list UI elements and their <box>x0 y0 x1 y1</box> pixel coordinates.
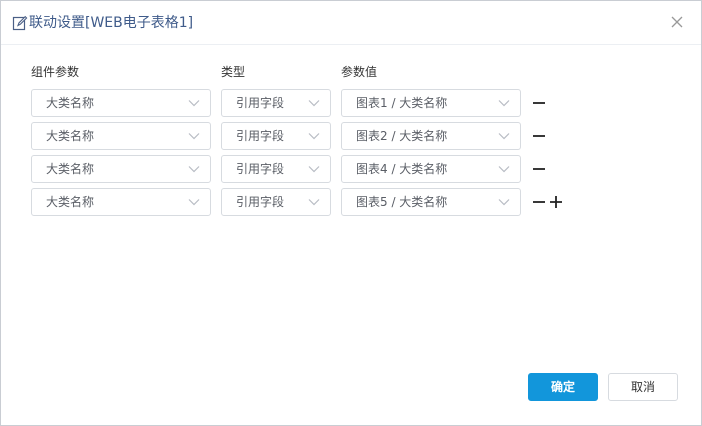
remove-row-icon[interactable] <box>532 195 546 209</box>
param-select[interactable]: 大类名称 <box>31 122 211 150</box>
linkage-settings-dialog: 联动设置[WEB电子表格1] 组件参数 类型 参数值 大类名称 引用字段 图表1… <box>0 0 702 426</box>
linkage-row: 大类名称 引用字段 图表2 / 大类名称 <box>1 122 701 150</box>
chevron-down-icon <box>498 166 510 173</box>
dialog-title: 联动设置[WEB电子表格1] <box>29 15 194 31</box>
chevron-down-icon <box>308 199 320 206</box>
chevron-down-icon <box>188 199 200 206</box>
value-select[interactable]: 图表5 / 大类名称 <box>341 188 521 216</box>
close-icon[interactable] <box>669 14 685 30</box>
type-select-value: 引用字段 <box>236 96 285 110</box>
column-header-type: 类型 <box>221 65 246 79</box>
param-select-value: 大类名称 <box>46 96 95 110</box>
chevron-down-icon <box>188 100 200 107</box>
remove-row-icon[interactable] <box>532 96 546 110</box>
chevron-down-icon <box>308 100 320 107</box>
chevron-down-icon <box>498 133 510 140</box>
column-header-value: 参数值 <box>341 65 378 79</box>
dialog-title-bar: 联动设置[WEB电子表格1] <box>1 1 701 45</box>
type-select[interactable]: 引用字段 <box>221 89 331 117</box>
type-select-value: 引用字段 <box>236 162 285 176</box>
linkage-row: 大类名称 引用字段 图表4 / 大类名称 <box>1 155 701 183</box>
value-select[interactable]: 图表4 / 大类名称 <box>341 155 521 183</box>
chevron-down-icon <box>498 199 510 206</box>
param-select[interactable]: 大类名称 <box>31 188 211 216</box>
cancel-button[interactable]: 取消 <box>608 373 678 401</box>
value-select[interactable]: 图表1 / 大类名称 <box>341 89 521 117</box>
chevron-down-icon <box>188 166 200 173</box>
column-header-param: 组件参数 <box>31 65 80 79</box>
type-select-value: 引用字段 <box>236 195 285 209</box>
value-select-value: 图表5 / 大类名称 <box>356 195 448 209</box>
confirm-button[interactable]: 确定 <box>528 373 598 401</box>
linkage-row: 大类名称 引用字段 图表1 / 大类名称 <box>1 89 701 117</box>
linkage-row: 大类名称 引用字段 图表5 / 大类名称 <box>1 188 701 216</box>
remove-row-icon[interactable] <box>532 129 546 143</box>
value-select-value: 图表4 / 大类名称 <box>356 162 448 176</box>
value-select-value: 图表1 / 大类名称 <box>356 96 448 110</box>
param-select-value: 大类名称 <box>46 195 95 209</box>
value-select[interactable]: 图表2 / 大类名称 <box>341 122 521 150</box>
param-select-value: 大类名称 <box>46 162 95 176</box>
type-select[interactable]: 引用字段 <box>221 188 331 216</box>
edit-icon <box>12 15 28 31</box>
type-select-value: 引用字段 <box>236 129 285 143</box>
remove-row-icon[interactable] <box>532 162 546 176</box>
chevron-down-icon <box>308 133 320 140</box>
chevron-down-icon <box>498 100 510 107</box>
type-select[interactable]: 引用字段 <box>221 155 331 183</box>
param-select[interactable]: 大类名称 <box>31 155 211 183</box>
value-select-value: 图表2 / 大类名称 <box>356 129 448 143</box>
chevron-down-icon <box>308 166 320 173</box>
param-select[interactable]: 大类名称 <box>31 89 211 117</box>
param-select-value: 大类名称 <box>46 129 95 143</box>
type-select[interactable]: 引用字段 <box>221 122 331 150</box>
add-row-icon[interactable] <box>549 195 563 209</box>
chevron-down-icon <box>188 133 200 140</box>
